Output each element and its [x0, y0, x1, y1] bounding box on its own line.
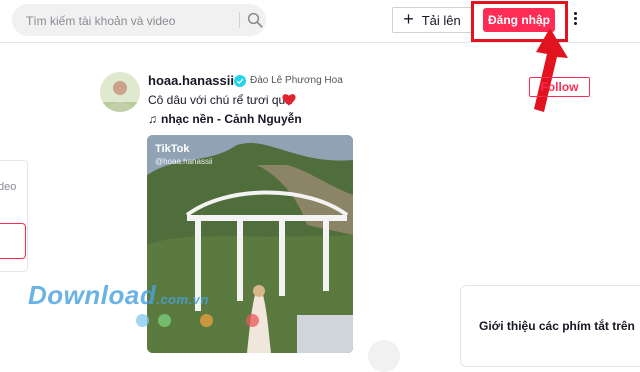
left-panel-button[interactable] — [0, 223, 26, 259]
like-button[interactable] — [368, 340, 400, 372]
video-handle: @hoaa.hanassii — [155, 157, 213, 166]
download-watermark: Download.com.vn — [28, 280, 209, 311]
heart-icon — [282, 94, 296, 106]
tiktok-watermark: TikTok — [155, 143, 190, 155]
verified-icon — [234, 75, 246, 87]
left-side-panel: deo — [0, 160, 28, 272]
shortcuts-panel: Giới thiệu các phím tắt trên — [460, 285, 640, 367]
post-username[interactable]: hoaa.hanassii — [148, 73, 234, 88]
search-input[interactable] — [24, 4, 234, 38]
post-caption: Cô dâu với chú rể tươi quá — [148, 93, 292, 107]
follow-button[interactable]: Follow — [529, 77, 590, 97]
search-divider — [239, 12, 240, 28]
search-bar[interactable] — [12, 4, 266, 38]
post-music[interactable]: ♫ nhạc nền - Cảnh Nguyễn — [148, 112, 302, 126]
plus-icon: + — [403, 9, 414, 29]
avatar-image — [100, 72, 140, 112]
post-display-name: Đào Lê Phương Hoa — [250, 75, 343, 86]
music-note-icon: ♫ — [148, 112, 157, 126]
watermark-text: Download — [28, 280, 157, 310]
upload-button[interactable]: + Tải lên — [392, 7, 472, 33]
watermark-suffix: .com.vn — [156, 292, 209, 307]
left-panel-text: deo — [0, 181, 17, 193]
more-options-icon[interactable] — [572, 10, 578, 30]
search-icon[interactable] — [246, 11, 264, 29]
shortcuts-title: Giới thiệu các phím tắt trên — [479, 319, 635, 333]
red-arrow-annotation — [534, 28, 568, 112]
upload-label: Tải lên — [421, 12, 461, 28]
music-title: nhạc nền - Cảnh Nguyễn — [161, 112, 302, 126]
avatar[interactable] — [100, 72, 140, 112]
follow-label: Follow — [540, 80, 579, 94]
